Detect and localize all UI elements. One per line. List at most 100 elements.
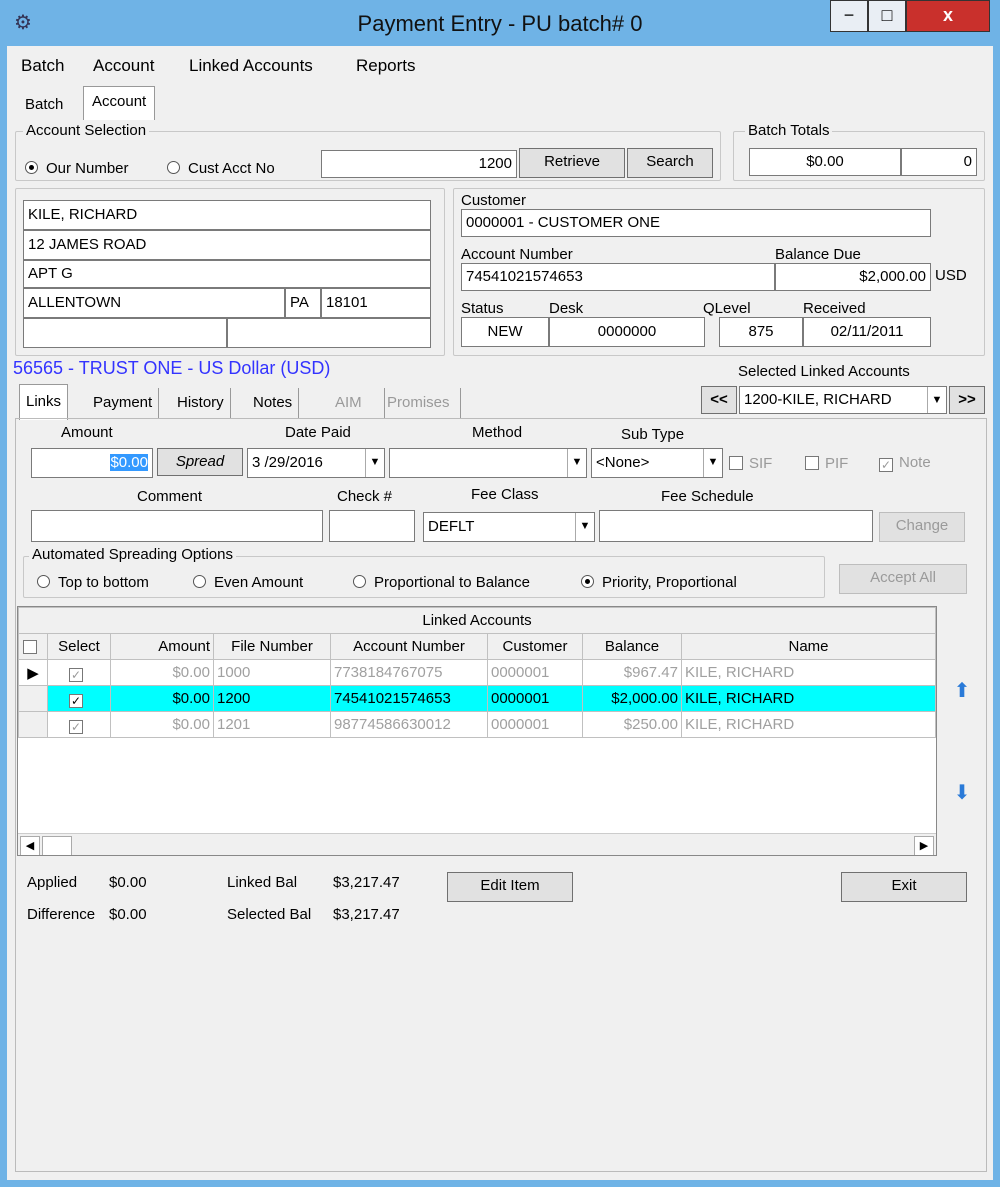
fee-schedule-input[interactable] <box>599 510 873 542</box>
amount-input[interactable]: $0.00 <box>31 448 153 478</box>
maximize-button[interactable]: □ <box>868 0 906 32</box>
row-balance: $967.47 <box>582 659 682 686</box>
change-button[interactable]: Change <box>879 512 965 542</box>
linked-bal-label: Linked Bal <box>227 874 298 891</box>
date-paid-picker[interactable]: 3 /29/2016 ▼ <box>247 448 385 478</box>
selected-linked-label: Selected Linked Accounts <box>738 363 910 380</box>
received-field: 02/11/2011 <box>803 317 931 347</box>
difference-value: $0.00 <box>109 906 147 923</box>
selected-linked-select[interactable]: 1200-KILE, RICHARD ▼ <box>739 386 947 414</box>
row-select-checkbox[interactable]: ✓ <box>47 711 111 738</box>
exit-button[interactable]: Exit <box>841 872 967 902</box>
radio-proportional-to-balance[interactable]: Proportional to Balance <box>353 574 530 591</box>
fee-class-label: Fee Class <box>471 486 539 503</box>
sif-checkbox[interactable]: SIF <box>729 454 772 472</box>
retrieve-button[interactable]: Retrieve <box>519 148 625 178</box>
radio-cust-acct-no[interactable]: Cust Acct No <box>167 160 275 177</box>
fee-schedule-label: Fee Schedule <box>661 488 754 505</box>
chevron-down-icon: ▼ <box>575 513 594 541</box>
next-linked-button[interactable]: >> <box>949 386 985 414</box>
col-select[interactable]: Select <box>47 633 111 660</box>
scroll-left-icon[interactable]: ◀ <box>20 836 40 855</box>
col-file-number[interactable]: File Number <box>213 633 331 660</box>
fee-class-select[interactable]: DEFLT ▼ <box>423 512 595 542</box>
tab-account[interactable]: Account <box>83 86 156 120</box>
select-all-checkbox[interactable] <box>18 633 48 660</box>
qlevel-field: 875 <box>719 317 803 347</box>
edit-item-button[interactable]: Edit Item <box>447 872 573 902</box>
row-file-number: 1000 <box>213 659 331 686</box>
account-number-field: 74541021574653 <box>461 263 775 291</box>
method-select[interactable]: ▼ <box>389 448 587 478</box>
row-account-number: 74541021574653 <box>330 685 488 712</box>
scroll-thumb[interactable] <box>42 836 72 855</box>
row-file-number: 1201 <box>213 711 331 738</box>
chevron-down-icon: ▼ <box>365 449 384 477</box>
prev-linked-button[interactable]: << <box>701 386 737 414</box>
received-label: Received <box>803 300 866 317</box>
close-button[interactable]: x <box>906 0 990 32</box>
menu-batch[interactable]: Batch <box>21 56 64 76</box>
chevron-down-icon: ▼ <box>703 449 722 477</box>
tab-promises[interactable]: Promises <box>377 388 461 418</box>
menu-reports[interactable]: Reports <box>356 56 416 76</box>
table-row[interactable]: ✓ $0.00 1201 98774586630012 0000001 $250… <box>18 711 936 738</box>
radio-priority-proportional[interactable]: Priority, Proportional <box>581 574 737 591</box>
radio-top-to-bottom[interactable]: Top to bottom <box>37 574 149 591</box>
sub-type-label: Sub Type <box>621 426 685 443</box>
difference-label: Difference <box>27 906 96 923</box>
radio-even-amount[interactable]: Even Amount <box>193 574 303 591</box>
accept-all-button[interactable]: Accept All <box>839 564 967 594</box>
trust-currency-line: 56565 - TRUST ONE - US Dollar (USD) <box>13 358 331 378</box>
search-button[interactable]: Search <box>627 148 713 178</box>
move-up-icon[interactable]: ⬆ <box>945 674 979 708</box>
col-balance[interactable]: Balance <box>582 633 682 660</box>
zip: 18101 <box>321 288 431 318</box>
menu-account[interactable]: Account <box>93 56 154 76</box>
radio-our-number[interactable]: Our Number <box>25 160 129 177</box>
status-field: NEW <box>461 317 549 347</box>
horizontal-scrollbar[interactable]: ◀ ▶ <box>18 833 936 855</box>
comment-label: Comment <box>137 488 203 505</box>
row-amount: $0.00 <box>110 659 214 686</box>
row-select-checkbox[interactable]: ✓ <box>47 685 111 712</box>
current-row-marker-icon: ▶ <box>18 659 48 686</box>
col-name[interactable]: Name <box>681 633 936 660</box>
chevron-down-icon: ▼ <box>927 387 946 413</box>
tab-links[interactable]: Links <box>19 384 69 420</box>
check-label: Check # <box>337 488 393 505</box>
sub-type-select[interactable]: <None> ▼ <box>591 448 723 478</box>
col-amount[interactable]: Amount <box>110 633 214 660</box>
comment-input[interactable] <box>31 510 323 542</box>
account-number-label: Account Number <box>461 246 573 263</box>
tab-aim[interactable]: AIM <box>313 388 385 418</box>
tab-payment[interactable]: Payment <box>87 388 160 418</box>
title-bar[interactable]: ⚙ Payment Entry - PU batch# 0 − □ x <box>0 0 1000 46</box>
table-row-selected[interactable]: ✓ $0.00 1200 74541021574653 0000001 $2,0… <box>18 685 936 712</box>
move-down-icon[interactable]: ⬇ <box>945 776 979 810</box>
pif-checkbox[interactable]: PIF <box>805 454 848 472</box>
scroll-right-icon[interactable]: ▶ <box>914 836 934 855</box>
batch-total-amount: $0.00 <box>749 148 901 176</box>
row-name: KILE, RICHARD <box>681 685 936 712</box>
menu-linked-accounts[interactable]: Linked Accounts <box>189 56 313 76</box>
address-line-1: 12 JAMES ROAD <box>23 230 431 260</box>
row-amount: $0.00 <box>110 711 214 738</box>
row-header <box>18 685 48 712</box>
tab-notes[interactable]: Notes <box>247 388 300 418</box>
tab-batch[interactable]: Batch <box>17 92 71 118</box>
row-customer: 0000001 <box>487 711 583 738</box>
col-customer[interactable]: Customer <box>487 633 583 660</box>
note-checkbox[interactable]: ✓ Note <box>879 454 931 472</box>
tab-history[interactable]: History <box>171 388 231 418</box>
minimize-button[interactable]: − <box>830 0 868 32</box>
row-customer: 0000001 <box>487 685 583 712</box>
status-label: Status <box>461 300 504 317</box>
spreading-options-title: Automated Spreading Options <box>29 546 236 563</box>
account-number-input[interactable]: 1200 <box>321 150 517 178</box>
row-select-checkbox[interactable]: ✓ <box>47 659 111 686</box>
col-account-number[interactable]: Account Number <box>330 633 488 660</box>
table-row[interactable]: ▶ ✓ $0.00 1000 7738184767075 0000001 $96… <box>18 659 936 686</box>
check-number-input[interactable] <box>329 510 415 542</box>
spread-button[interactable]: Spread <box>157 448 243 476</box>
